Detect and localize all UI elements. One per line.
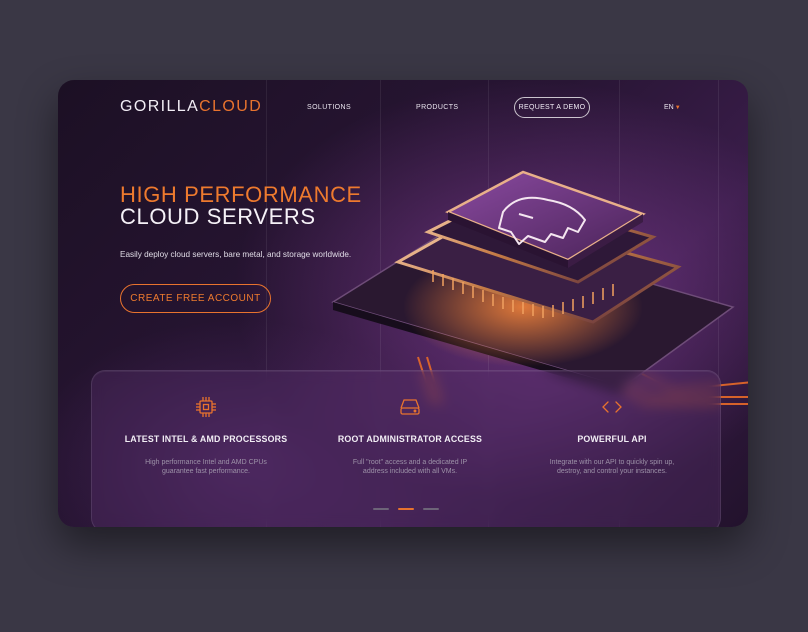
brand-name-part1: GORILLA bbox=[120, 98, 200, 115]
brand-name-part2: CLOUD bbox=[199, 98, 263, 115]
nav-products[interactable]: PRODUCTS bbox=[416, 104, 458, 111]
carousel-dot-active[interactable] bbox=[398, 508, 414, 510]
feature-description: High performance Intel and AMD CPUs guar… bbox=[126, 458, 286, 476]
language-selector[interactable]: EN▼ bbox=[664, 104, 681, 111]
nav-solutions[interactable]: SOLUTIONS bbox=[307, 104, 351, 111]
request-demo-button[interactable]: REQUEST A DEMO bbox=[514, 97, 590, 118]
hero-subtitle: Easily deploy cloud servers, bare metal,… bbox=[120, 250, 352, 259]
request-demo-label: REQUEST A DEMO bbox=[518, 104, 586, 111]
feature-desc-line: guarantee fast performance. bbox=[162, 468, 250, 475]
brand-logo[interactable]: GORILLACLOUD bbox=[120, 98, 262, 116]
feature-title: ROOT ADMINISTRATOR ACCESS bbox=[337, 434, 483, 444]
feature-description: Integrate with our API to quickly spin u… bbox=[532, 458, 692, 476]
feature-desc-line: Integrate with our API to quickly spin u… bbox=[549, 459, 675, 466]
carousel-dot[interactable] bbox=[373, 508, 389, 510]
feature-desc-line: destroy, and control your instances. bbox=[557, 468, 667, 475]
server-drive-icon bbox=[400, 399, 420, 415]
feature-desc-line: High performance Intel and AMD CPUs bbox=[145, 459, 267, 466]
feature-title: POWERFUL API bbox=[577, 434, 647, 444]
feature-desc-line: Full "root" access and a dedicated IP bbox=[352, 459, 468, 466]
language-label: EN bbox=[664, 104, 674, 111]
create-account-button[interactable]: CREATE FREE ACCOUNT bbox=[120, 284, 271, 313]
create-account-label: CREATE FREE ACCOUNT bbox=[130, 293, 261, 304]
feature-description: Full "root" access and a dedicated IP ad… bbox=[330, 458, 490, 476]
chevron-down-icon: ▼ bbox=[674, 105, 681, 111]
landing-card: GORILLACLOUD SOLUTIONS PRODUCTS REQUEST … bbox=[58, 80, 748, 527]
features-panel: LATEST INTEL & AMD PROCESSORS High perfo… bbox=[91, 370, 721, 527]
hero-title-line2: CLOUD SERVERS bbox=[120, 204, 316, 229]
code-brackets-icon bbox=[602, 401, 622, 413]
carousel-dot[interactable] bbox=[423, 508, 439, 510]
feature-title: LATEST INTEL & AMD PROCESSORS bbox=[124, 434, 288, 444]
processor-chip-icon bbox=[196, 397, 216, 417]
feature-desc-line: address included with all VMs. bbox=[362, 468, 458, 475]
